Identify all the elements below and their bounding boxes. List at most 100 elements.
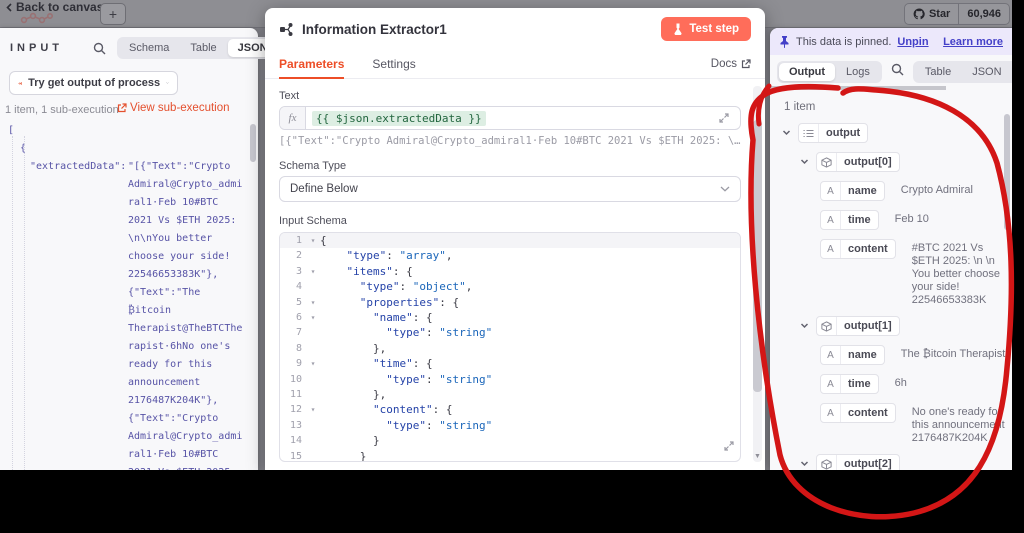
tab-table[interactable]: Table <box>180 39 226 57</box>
tree-field-name[interactable]: Aname <box>820 181 885 201</box>
modal-tab-settings[interactable]: Settings <box>372 50 415 78</box>
code-line[interactable]: 13 "type": "string" <box>280 418 740 433</box>
back-to-canvas-button[interactable]: Back to canvas <box>6 0 103 14</box>
docs-link[interactable]: Docs <box>711 58 751 70</box>
code-line[interactable]: 12 ▾ "content": { <box>280 402 740 417</box>
input-scrollbar[interactable] <box>250 124 256 162</box>
tab-output[interactable]: Output <box>779 63 836 81</box>
line-number: 7 <box>295 327 302 339</box>
input-source-select[interactable]: Try get output of process <box>9 71 178 95</box>
fold-icon[interactable]: ▾ <box>306 402 320 417</box>
fold-icon[interactable]: ▾ <box>306 233 320 248</box>
fold-icon[interactable]: ▾ <box>306 264 320 279</box>
code-line[interactable]: 4 "type": "object", <box>280 279 740 294</box>
modal-scrollbar[interactable]: ▼ <box>753 86 762 462</box>
schema-type-select[interactable]: Define Below <box>279 176 741 202</box>
tree-row: Aname The ₿itcoin Therapist <box>782 345 1012 365</box>
type-icon: A <box>821 182 841 200</box>
modal-tabs: Parameters Settings Docs <box>265 50 765 79</box>
line-number: 9 <box>295 358 302 370</box>
expression-input[interactable]: fx {{ $json.extractedData }} <box>279 106 741 130</box>
line-number: 14 <box>289 435 302 447</box>
output-view-tabs: TableJSONSchema <box>912 61 1012 83</box>
expand-editor-icon[interactable] <box>724 436 734 455</box>
star-label: Star <box>928 8 951 20</box>
output-tabs-row: OutputLogs TableJSONSchema <box>770 61 1012 83</box>
tab-table[interactable]: Table <box>915 63 961 81</box>
tree-field-time[interactable]: Atime <box>820 374 879 394</box>
type-icon <box>799 124 819 142</box>
search-icon[interactable] <box>891 63 904 81</box>
test-step-button[interactable]: Test step <box>661 17 751 41</box>
text-field-label: Text <box>279 90 300 102</box>
code-line[interactable]: 3 ▾ "items": { <box>280 264 740 279</box>
input-source-label: Try get output of process <box>28 77 161 89</box>
output-scrollbar[interactable] <box>1004 114 1010 230</box>
expand-expression-icon[interactable] <box>719 113 734 123</box>
search-icon[interactable] <box>93 42 106 60</box>
chevron-down-icon[interactable] <box>800 459 809 470</box>
github-star-widget[interactable]: Star 60,946 <box>903 3 1010 25</box>
output-schema-tree: output output[0] Aname Crypto Admiral Atime F… <box>782 123 1012 470</box>
tree-field-time[interactable]: Atime <box>820 210 879 230</box>
tree-node-output[2][interactable]: output[2] <box>816 454 900 470</box>
tree-node-output[0][interactable]: output[0] <box>816 152 900 172</box>
tree-node-output[1][interactable]: output[1] <box>816 316 900 336</box>
fold-icon[interactable]: ▾ <box>306 310 320 325</box>
code-line[interactable]: 2 "type": "array", <box>280 248 740 263</box>
line-number: 10 <box>289 373 302 385</box>
chevron-left-icon <box>6 2 12 12</box>
expression-preview: [{"Text":"Crypto Admiral@Crypto_admiral1… <box>279 135 741 147</box>
chevron-down-icon[interactable] <box>800 157 809 169</box>
input-schema-editor[interactable]: 1 ▾{2 "type": "array", 3 ▾ "items": {4 "typ… <box>279 232 741 462</box>
chevron-down-icon[interactable] <box>800 321 809 333</box>
fold-icon[interactable]: ▾ <box>306 356 320 371</box>
input-json-view[interactable]: [ { "extractedData": "[{"Text":"Crypto A… <box>0 122 248 470</box>
unpin-link[interactable]: Unpin <box>897 36 928 48</box>
code-line[interactable]: 1 ▾{ <box>280 233 740 249</box>
json-key: "extractedData": <box>30 161 127 172</box>
fold-icon[interactable]: ▾ <box>306 295 320 310</box>
code-line[interactable]: 9 ▾ "time": { <box>280 356 740 371</box>
view-sub-execution-link[interactable]: View sub-execution <box>117 102 230 114</box>
flask-icon <box>674 23 682 35</box>
chevron-down-icon <box>720 186 730 192</box>
code-line[interactable]: 7 "type": "string" <box>280 325 740 340</box>
code-line[interactable]: 8 }, <box>280 341 740 356</box>
modal-tab-parameters[interactable]: Parameters <box>279 50 345 79</box>
tree-field-content[interactable]: Acontent <box>820 403 896 423</box>
expression-token: {{ $json.extractedData }} <box>312 110 486 126</box>
horizontal-scrollbar[interactable] <box>770 86 946 90</box>
json-bracket: [ <box>8 125 15 136</box>
field-value: #BTC 2021 Vs $ETH 2025: \n \n You better… <box>911 242 1001 306</box>
line-number: 1 <box>295 235 302 246</box>
tree-node-output[interactable]: output <box>798 123 869 143</box>
fold-icon <box>306 325 320 340</box>
modal-scrollbar-thumb[interactable] <box>753 120 762 392</box>
fold-icon <box>306 248 320 263</box>
code-line[interactable]: 11 }, <box>280 387 740 402</box>
new-tab-button[interactable]: + <box>100 3 126 25</box>
tree-field-name[interactable]: Aname <box>820 345 885 365</box>
tab-schema[interactable]: Schema <box>119 39 179 57</box>
tree-row: Acontent #BTC 2021 Vs $ETH 2025: \n \n Yo… <box>782 239 1012 307</box>
code-line[interactable]: 5 ▾ "properties": { <box>280 295 740 310</box>
code-line[interactable]: 10 "type": "string" <box>280 372 740 387</box>
fold-icon <box>306 449 320 461</box>
line-number: 15 <box>289 450 302 462</box>
code-line[interactable]: 14 } <box>280 433 740 448</box>
scrollbar-down-arrow[interactable]: ▼ <box>754 453 761 460</box>
fold-icon <box>306 372 320 387</box>
learn-more-link[interactable]: Learn more <box>943 36 1003 48</box>
tree-row: output[0] <box>782 152 1012 172</box>
code-line[interactable]: 15 } <box>280 449 740 462</box>
tab-json[interactable]: JSON <box>962 63 1011 81</box>
chevron-down-icon[interactable] <box>782 128 791 140</box>
tab-logs[interactable]: Logs <box>836 63 880 81</box>
fold-icon <box>306 418 320 433</box>
code-line[interactable]: 6 ▾ "name": { <box>280 310 740 325</box>
tree-row: Atime 6h <box>782 374 1012 394</box>
line-number: 4 <box>295 281 302 293</box>
line-number: 6 <box>295 312 302 324</box>
tree-field-content[interactable]: Acontent <box>820 239 896 259</box>
